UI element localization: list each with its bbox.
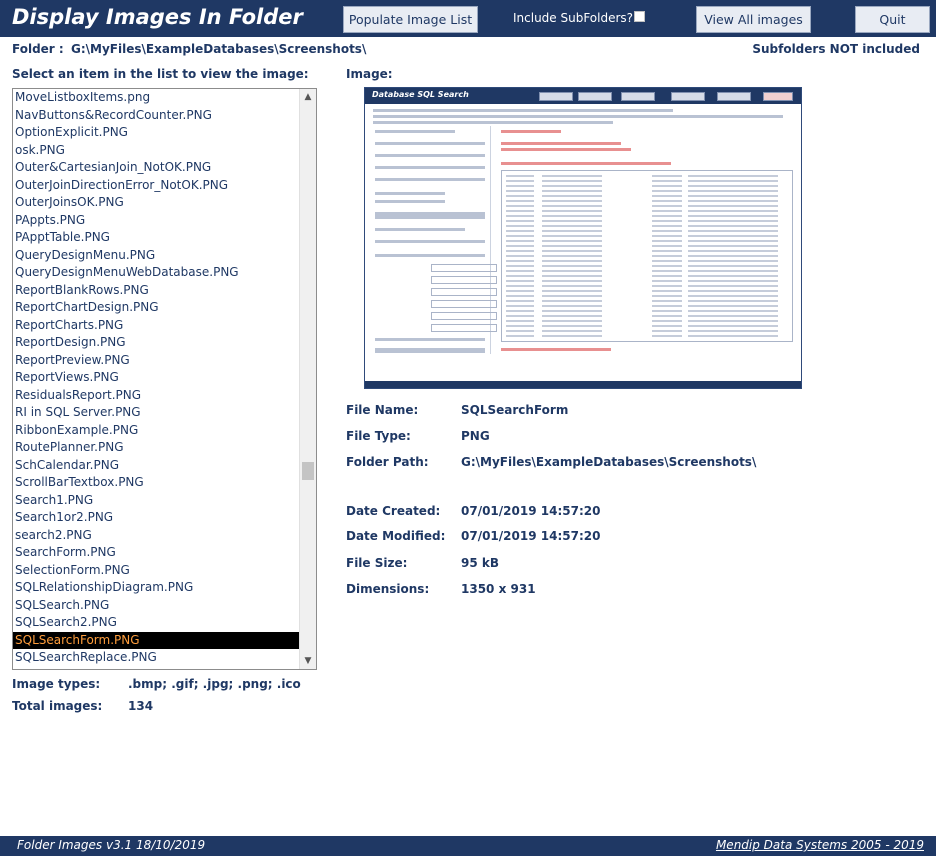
preview-text-line-red [501, 148, 631, 151]
list-item[interactable]: SQLRelationshipDiagram.PNG [13, 579, 299, 597]
company-link[interactable]: Mendip Data Systems 2005 - 2019 [716, 838, 924, 852]
scroll-down-icon[interactable]: ▼ [300, 653, 316, 669]
file-name-value: SQLSearchForm [461, 403, 569, 417]
file-size-label: File Size: [346, 556, 408, 570]
scrollbar-thumb[interactable] [302, 462, 314, 480]
preview-text-line-red [501, 130, 561, 133]
total-images-value: 134 [128, 699, 154, 713]
list-item[interactable]: SQLSearch2.PNG [13, 614, 299, 632]
list-item[interactable]: SQLSearchReplace.PNG [13, 649, 299, 667]
list-item[interactable]: RibbonExample.PNG [13, 422, 299, 440]
include-subfolders-label: Include SubFolders? [513, 11, 634, 25]
preview-button [763, 92, 793, 101]
preview-button [578, 92, 612, 101]
list-item[interactable]: OuterJoinDirectionError_NotOK.PNG [13, 177, 299, 195]
date-created-value: 07/01/2019 14:57:20 [461, 504, 601, 518]
list-item[interactable]: ReportPreview.PNG [13, 352, 299, 370]
date-created-label: Date Created: [346, 504, 441, 518]
list-item[interactable]: ScrollBarTextbox.PNG [13, 474, 299, 492]
list-label: Select an item in the list to view the i… [12, 67, 309, 81]
app-title: Display Images In Folder [12, 5, 303, 29]
preview-results-grid [501, 170, 793, 342]
list-item[interactable]: ReportDesign.PNG [13, 334, 299, 352]
preview-text-line-red [501, 142, 621, 145]
quit-button[interactable]: Quit [855, 6, 930, 33]
folder-path: G:\MyFiles\ExampleDatabases\Screenshots\ [71, 42, 367, 56]
list-item[interactable]: SelectionForm.PNG [13, 562, 299, 580]
preview-footer [365, 381, 801, 388]
dimensions-value: 1350 x 931 [461, 582, 536, 596]
footer-bar: Folder Images v3.1 18/10/2019 Mendip Dat… [0, 836, 936, 856]
list-item[interactable]: ReportBlankRows.PNG [13, 282, 299, 300]
preview-text-line-red [501, 348, 611, 351]
folder-path-value: G:\MyFiles\ExampleDatabases\Screenshots\ [461, 455, 757, 469]
preview-text-line [373, 121, 613, 124]
subfolder-status: Subfolders NOT included [752, 42, 920, 56]
preview-button [717, 92, 751, 101]
list-item[interactable]: RoutePlanner.PNG [13, 439, 299, 457]
image-label: Image: [346, 67, 393, 81]
list-item[interactable]: QueryDesignMenu.PNG [13, 247, 299, 265]
view-all-images-button[interactable]: View All images [696, 6, 811, 33]
total-images-label: Total images: [12, 699, 103, 713]
image-list-items: MoveListboxItems.png NavButtons&RecordCou… [13, 89, 299, 667]
include-subfolders-checkbox[interactable] [634, 11, 645, 22]
list-item[interactable]: ReportChartDesign.PNG [13, 299, 299, 317]
preview-header: Database SQL Search [365, 88, 801, 104]
list-item[interactable]: ResidualsReport.PNG [13, 387, 299, 405]
folder-path-label: Folder Path: [346, 455, 429, 469]
folder-label: Folder : [12, 42, 64, 56]
scroll-up-icon[interactable]: ▲ [300, 89, 316, 105]
list-item[interactable]: PApptTable.PNG [13, 229, 299, 247]
preview-text-line [373, 109, 673, 112]
file-type-label: File Type: [346, 429, 411, 443]
listbox-scrollbar[interactable]: ▲ ▼ [299, 89, 316, 669]
image-preview: Database SQL Search [364, 87, 802, 389]
file-name-label: File Name: [346, 403, 419, 417]
preview-button [539, 92, 573, 101]
list-item[interactable]: PAppts.PNG [13, 212, 299, 230]
list-item[interactable]: MoveListboxItems.png [13, 89, 299, 107]
list-item[interactable]: OuterJoinsOK.PNG [13, 194, 299, 212]
image-types-value: .bmp; .gif; .jpg; .png; .ico [128, 677, 301, 691]
file-type-value: PNG [461, 429, 490, 443]
date-modified-value: 07/01/2019 14:57:20 [461, 529, 601, 543]
preview-title: Database SQL Search [372, 90, 469, 99]
file-size-value: 95 kB [461, 556, 500, 570]
list-item[interactable]: Search1or2.PNG [13, 509, 299, 527]
list-item[interactable]: ReportViews.PNG [13, 369, 299, 387]
preview-text-line [373, 115, 783, 118]
image-types-label: Image types: [12, 677, 101, 691]
list-item[interactable]: SchCalendar.PNG [13, 457, 299, 475]
image-listbox[interactable]: MoveListboxItems.png NavButtons&RecordCou… [12, 88, 317, 670]
preview-button [621, 92, 655, 101]
list-item[interactable]: SQLSearchForm.PNG [13, 631, 299, 649]
version-text: Folder Images v3.1 18/10/2019 [17, 838, 206, 852]
date-modified-label: Date Modified: [346, 529, 446, 543]
header-bar: Display Images In Folder Populate Image … [0, 0, 936, 37]
populate-image-list-button[interactable]: Populate Image List [343, 6, 478, 33]
dimensions-label: Dimensions: [346, 582, 430, 596]
list-item[interactable]: SQLSearch.PNG [13, 597, 299, 615]
list-item[interactable]: Outer&CartesianJoin_NotOK.PNG [13, 159, 299, 177]
list-item[interactable]: search2.PNG [13, 527, 299, 545]
list-item[interactable]: ReportCharts.PNG [13, 317, 299, 335]
list-item[interactable]: RI in SQL Server.PNG [13, 404, 299, 422]
preview-button [671, 92, 705, 101]
list-item[interactable]: OptionExplicit.PNG [13, 124, 299, 142]
list-item[interactable]: NavButtons&RecordCounter.PNG [13, 107, 299, 125]
list-item[interactable]: SearchForm.PNG [13, 544, 299, 562]
list-item[interactable]: QueryDesignMenuWebDatabase.PNG [13, 264, 299, 282]
list-item[interactable]: Search1.PNG [13, 492, 299, 510]
preview-text-line-red [501, 162, 671, 165]
preview-options-panel [373, 126, 497, 354]
list-item[interactable]: osk.PNG [13, 142, 299, 160]
